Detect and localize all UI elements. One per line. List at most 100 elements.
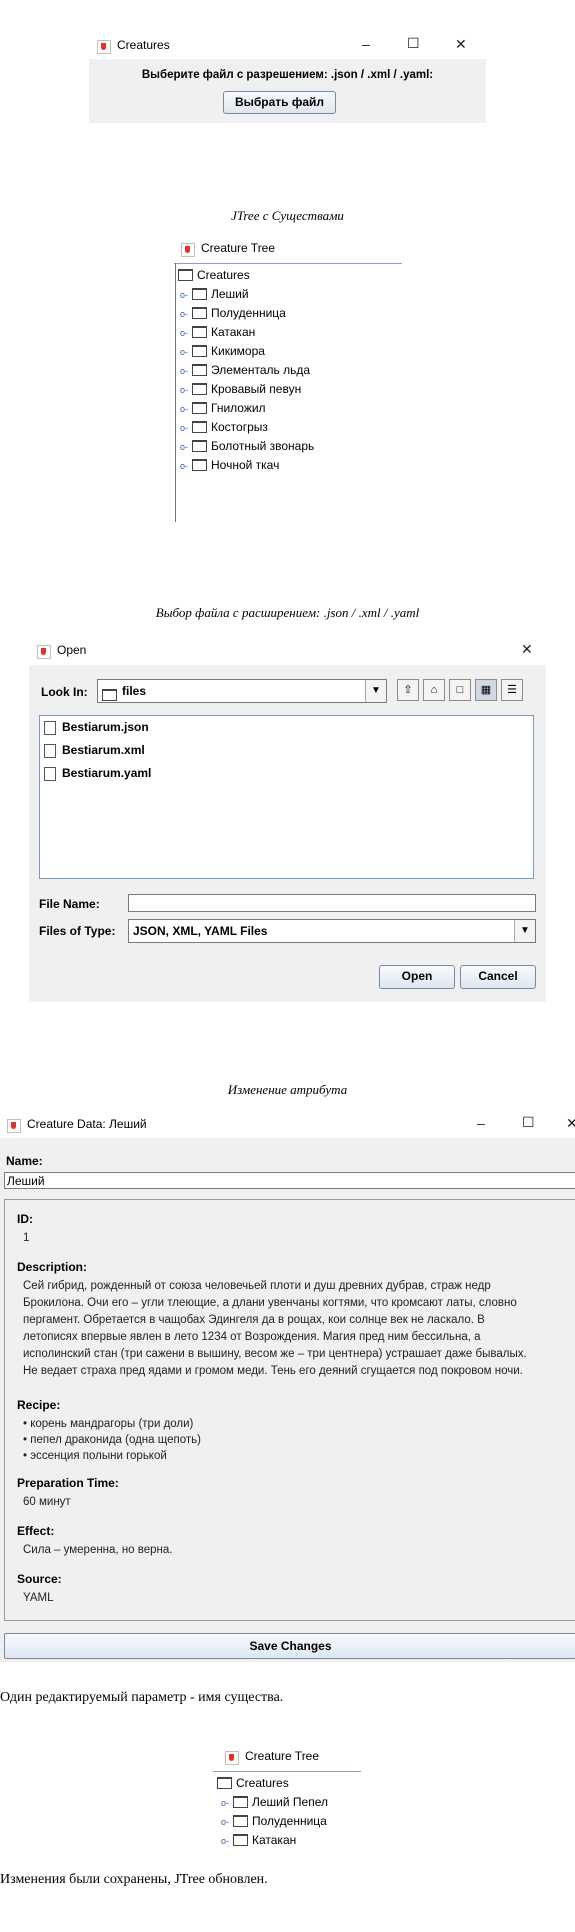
tree-node-label: Леший <box>211 287 249 301</box>
cancel-button[interactable]: Cancel <box>460 965 536 989</box>
tree-node[interactable]: o- Костогрыз <box>180 420 268 434</box>
file-name-input[interactable] <box>128 894 536 912</box>
tree-node-label: Кровавый певун <box>211 382 302 396</box>
recipe-item: • эссенция полыни горькой <box>23 1450 167 1462</box>
tree-title: Creature Tree <box>245 1749 320 1763</box>
tree-handle-icon[interactable]: o- <box>180 309 192 319</box>
list-view-icon[interactable]: ▦ <box>475 679 497 701</box>
folder-icon <box>233 1833 248 1846</box>
tree-handle-icon[interactable]: o- <box>180 404 192 414</box>
close-icon[interactable]: ✕ <box>566 1115 575 1132</box>
look-in-combo[interactable]: files ▼ <box>97 679 387 703</box>
effect-value: Сила – умеренна, но верна. <box>23 1544 173 1556</box>
folder-icon <box>192 306 207 319</box>
combo-arrow-icon[interactable]: ▼ <box>514 920 535 942</box>
look-in-value: files <box>122 684 147 698</box>
tree-node[interactable]: o- Гниложил <box>180 401 266 415</box>
recipe-item: • пепел драконида (одна щепоть) <box>23 1434 201 1446</box>
tree-handle-icon[interactable]: o- <box>180 290 192 300</box>
folder-icon <box>178 268 193 281</box>
minimize-icon[interactable]: – <box>477 1115 485 1131</box>
tree-handle-icon[interactable]: o- <box>221 1817 233 1827</box>
caption-edit: Изменение атрибута <box>227 1082 348 1097</box>
tree-handle-icon[interactable]: o- <box>221 1798 233 1808</box>
folder-icon <box>192 439 207 452</box>
folder-icon <box>192 420 207 433</box>
tree-node[interactable]: o- Ночной ткач <box>180 458 279 472</box>
tree-title: Creature Tree <box>201 241 276 255</box>
file-list: Bestiarum.json Bestiarum.xml Bestiarum.yam… <box>39 715 534 879</box>
folder-icon <box>192 287 207 300</box>
tree-node-label: Леший Пепел <box>252 1795 328 1809</box>
file-icon <box>44 766 56 781</box>
tree-node[interactable]: o- Болотный звонарь <box>180 439 314 453</box>
paragraph-saved: Изменения были сохранены, JTree обновлен… <box>0 1872 268 1887</box>
tree-handle-icon[interactable]: o- <box>180 328 192 338</box>
file-icon <box>44 743 56 758</box>
files-of-type-combo[interactable]: JSON, XML, YAML Files ▼ <box>128 919 536 943</box>
creature-tree-window-updated: Creature Tree Creatures o- Леший Пепел o- П… <box>213 1745 361 1850</box>
tree-node-label: Ночной ткач <box>211 458 280 472</box>
close-icon[interactable]: ✕ <box>455 36 467 53</box>
tree-handle-icon[interactable]: o- <box>180 461 192 471</box>
tree-node-label: Болотный звонарь <box>211 439 315 453</box>
creature-tree-window: Creature Tree Creatures o- Леший o- Полуден… <box>174 237 402 522</box>
maximize-icon[interactable]: ☐ <box>522 1114 535 1131</box>
title-bar: Open ✕ <box>29 635 546 665</box>
details-view-icon[interactable]: ☰ <box>501 679 523 701</box>
creature-data-window: Creature Data: Леший – ☐ ✕ Name: ID: 1 D… <box>0 1110 575 1662</box>
file-list-item[interactable]: Bestiarum.yaml <box>44 766 151 781</box>
folder-icon <box>192 382 207 395</box>
effect-label: Effect: <box>17 1524 55 1538</box>
tree-node[interactable]: o- Элементаль льда <box>180 363 310 377</box>
file-list-item[interactable]: Bestiarum.json <box>44 720 149 735</box>
file-list-item[interactable]: Bestiarum.xml <box>44 743 145 758</box>
tree-node[interactable]: o- Леший Пепел <box>221 1795 328 1809</box>
tree-node[interactable]: o- Полуденница <box>221 1814 327 1828</box>
tree-node[interactable]: o- Леший <box>180 287 249 301</box>
home-icon[interactable]: ⌂ <box>423 679 445 701</box>
description-line: пергамент. Обретается в чащобах Эдингеля… <box>23 1314 485 1326</box>
tree-root[interactable]: Creatures <box>217 1776 289 1790</box>
tree-handle-icon[interactable]: o- <box>180 347 192 357</box>
folder-icon <box>233 1795 248 1808</box>
combo-arrow-icon[interactable]: ▼ <box>365 680 386 702</box>
tree-left-border <box>175 263 176 522</box>
folder-icon <box>192 401 207 414</box>
close-icon[interactable]: ✕ <box>521 641 533 658</box>
tree-handle-icon[interactable]: o- <box>180 385 192 395</box>
title-bar: Creature Data: Леший – ☐ ✕ <box>0 1110 575 1138</box>
up-folder-icon[interactable]: ⇧ <box>397 679 419 701</box>
tree-handle-icon[interactable]: o- <box>180 366 192 376</box>
dialog-title: Open <box>57 643 87 657</box>
window-title: Creatures <box>117 38 170 52</box>
files-of-type-value: JSON, XML, YAML Files <box>133 924 268 938</box>
description-line: Не ведает страха пред ядами и громом мед… <box>23 1365 523 1377</box>
description-line: исполинский стан (три сажени в вышину, в… <box>23 1348 527 1360</box>
open-button[interactable]: Open <box>379 965 455 989</box>
tree-node[interactable]: o- Катакан <box>221 1833 296 1847</box>
tree-node-label: Катакан <box>252 1833 297 1847</box>
tree-handle-icon[interactable]: o- <box>221 1836 233 1846</box>
tree-handle-icon[interactable]: o- <box>180 423 192 433</box>
java-icon <box>97 39 111 54</box>
tree-node[interactable]: o- Катакан <box>180 325 255 339</box>
file-prompt: Выберите файл с разрешением: .json / .xm… <box>141 69 434 81</box>
files-of-type-label: Files of Type: <box>39 924 116 938</box>
tree-root-label: Creatures <box>236 1776 289 1790</box>
name-input[interactable] <box>4 1172 575 1189</box>
id-label: ID: <box>17 1212 33 1226</box>
tree-node[interactable]: o- Кровавый певун <box>180 382 301 396</box>
description-line: летописях впервые явлен в лето 1234 от В… <box>23 1331 481 1343</box>
prep-time-label: Preparation Time: <box>17 1476 119 1490</box>
save-changes-button[interactable]: Save Changes <box>4 1633 575 1659</box>
tree-handle-icon[interactable]: o- <box>180 442 192 452</box>
maximize-icon[interactable]: ☐ <box>407 35 420 52</box>
tree-node[interactable]: o- Полуденница <box>180 306 286 320</box>
tree-root[interactable]: Creatures <box>178 268 250 282</box>
tree-top-border <box>213 1771 361 1772</box>
minimize-icon[interactable]: – <box>362 36 370 52</box>
choose-file-button[interactable]: Выбрать файл <box>223 91 336 114</box>
new-folder-icon[interactable]: □ <box>449 679 471 701</box>
tree-node[interactable]: o- Кикимора <box>180 344 265 358</box>
